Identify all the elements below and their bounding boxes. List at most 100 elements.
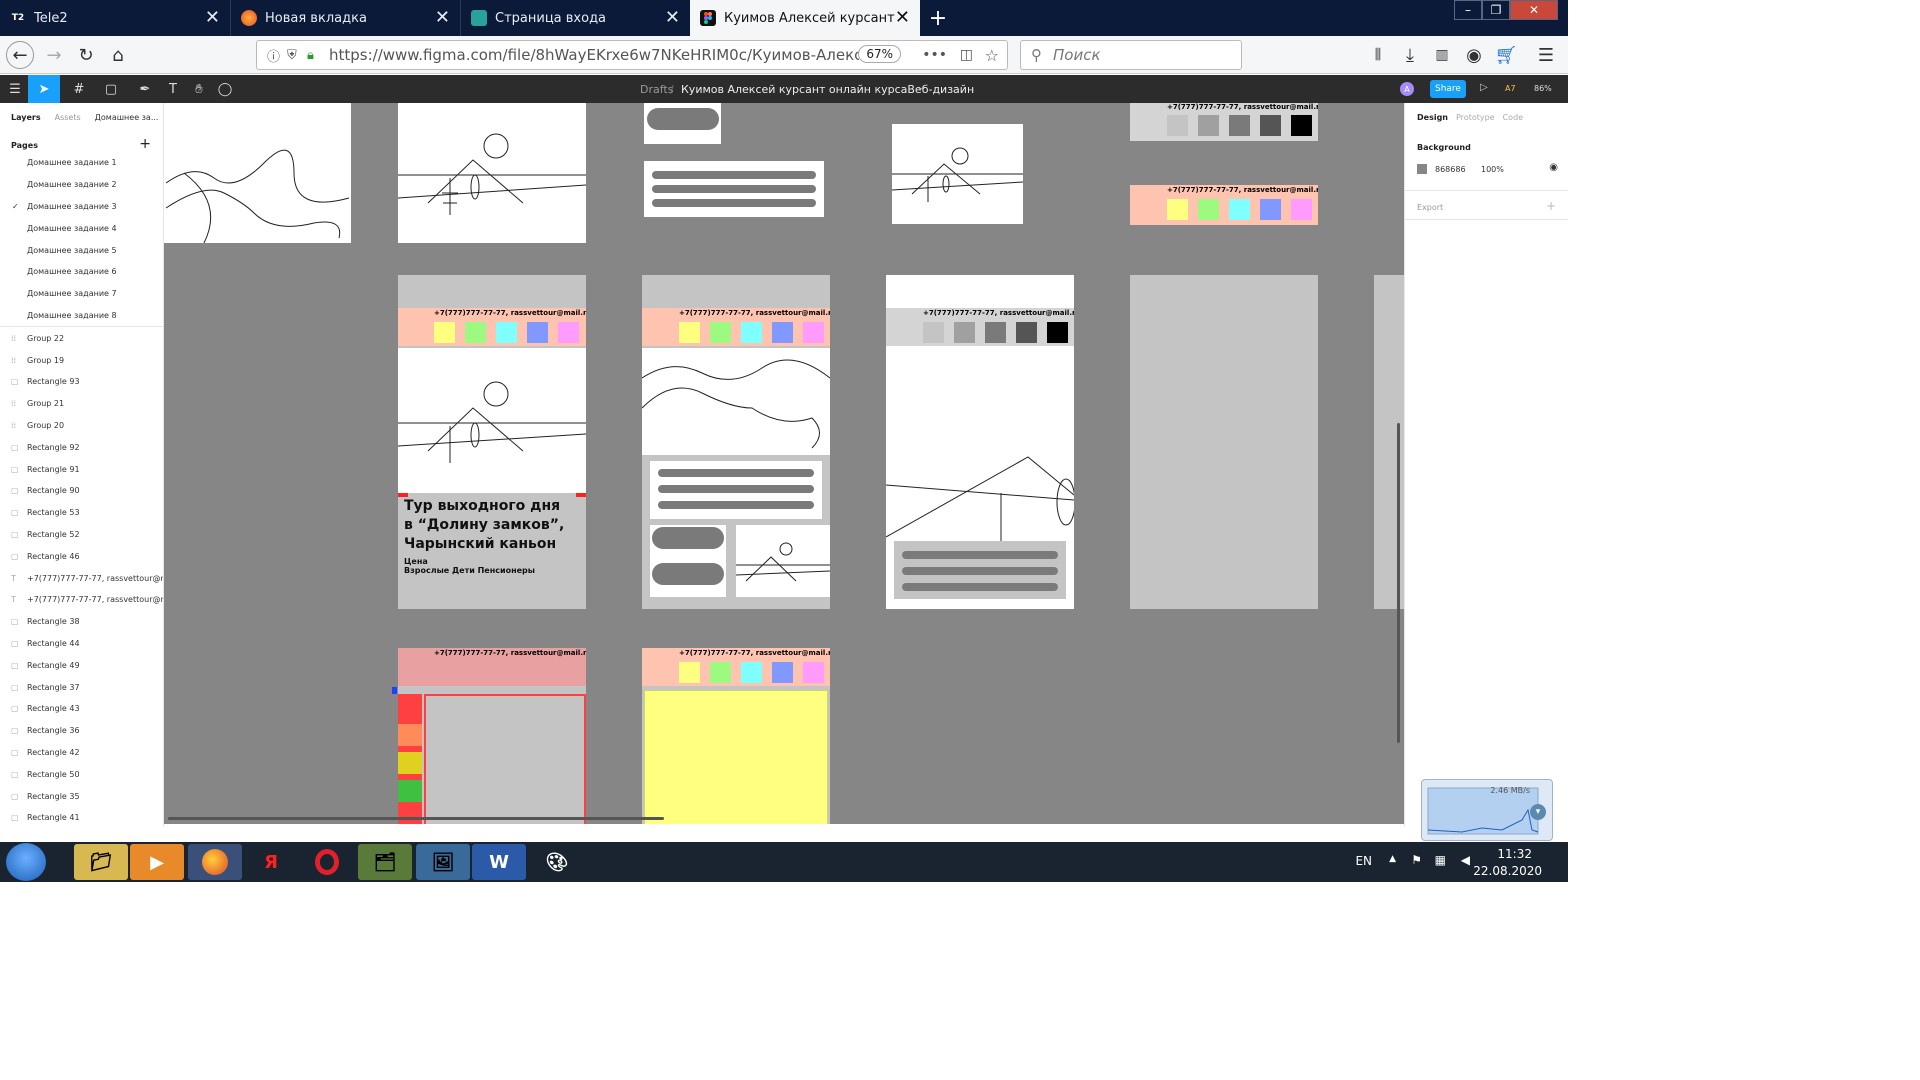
page-item[interactable]: Домашнее задание 7 (0, 283, 163, 305)
back-button[interactable]: ← (6, 41, 34, 69)
more-icon[interactable]: ••• (922, 47, 947, 63)
clock-date[interactable]: 22.08.2020 (1473, 864, 1542, 878)
frame-text-block-1[interactable] (644, 161, 824, 217)
tab-tele2[interactable]: T2 Tele2 ✕ (0, 0, 230, 36)
language-indicator[interactable]: EN (1355, 854, 1372, 868)
frame-tool-icon[interactable]: # (64, 75, 94, 103)
frame-mountain-2[interactable] (892, 124, 1023, 224)
tab-new-tab[interactable]: Новая вкладка ✕ (230, 0, 460, 36)
tab-login-page[interactable]: Страница входа ✕ (460, 0, 690, 36)
tab-page-select[interactable]: Домашнее за... (95, 113, 159, 122)
frame-grey-page[interactable]: +7(777)777-77-77, rassvettour@mail.ru (886, 275, 1074, 609)
layer-item[interactable]: ⁞⁞ Group 20 (0, 415, 163, 437)
share-button[interactable]: Share (1430, 80, 1466, 98)
layer-item[interactable]: ⁞⁞ Group 19 (0, 349, 163, 371)
tab-prototype[interactable]: Prototype (1456, 113, 1495, 122)
account-icon[interactable]: ◉ (1460, 41, 1488, 69)
breadcrumb-drafts[interactable]: Drafts (640, 83, 673, 96)
url-text[interactable]: https://www.figma.com/file/8hWayEKrxe6w7… (329, 46, 859, 64)
figma-canvas[interactable]: +7(777)777-77-77, rassvettour@mail.ru +7… (164, 103, 1404, 824)
sidebar-icon[interactable]: ▥ (1428, 41, 1456, 69)
horizontal-scrollbar[interactable] (168, 817, 664, 820)
tab-layers[interactable]: Layers (11, 113, 41, 122)
layer-item[interactable]: ▢ Rectangle 52 (0, 524, 163, 546)
home-button[interactable]: ⌂ (104, 41, 132, 69)
add-page-icon[interactable]: + (139, 136, 151, 152)
reload-button[interactable]: ↻ (72, 41, 100, 69)
lock-icon[interactable]: 🔒︎ (307, 48, 314, 63)
page-item[interactable]: Домашнее задание 6 (0, 261, 163, 283)
menu-icon[interactable]: ☰ (1532, 41, 1560, 69)
frame-empty-1[interactable] (1130, 275, 1318, 609)
layer-item[interactable]: ▢ Rectangle 93 (0, 371, 163, 393)
forward-button[interactable]: → (40, 41, 68, 69)
layer-item[interactable]: ▢ Rectangle 92 (0, 436, 163, 458)
tab-figma[interactable]: Куимов Алексей курсант онлайн ✕ (690, 0, 920, 36)
figma-menu-icon[interactable]: ☰ (0, 75, 30, 103)
photo-viewer-icon[interactable]: 🖼︎ (416, 844, 470, 880)
selection-handle[interactable] (392, 687, 397, 694)
frame-menu-page[interactable]: +7(777)777-77-77, rassvettour@mail.ru (398, 648, 586, 824)
bookmark-star-icon[interactable]: ☆ (985, 46, 999, 65)
frame-mountain-1[interactable] (398, 103, 586, 243)
frame-tour-page[interactable]: +7(777)777-77-77, rassvettour@mail.ru Ту… (398, 275, 586, 609)
tab-code[interactable]: Code (1503, 113, 1523, 122)
address-bar[interactable]: ⓘ ⛨ 🔒︎ https://www.figma.com/file/8hWayE… (256, 40, 1008, 70)
maximize-button[interactable]: ❐ (1482, 0, 1510, 20)
layer-item[interactable]: ▢ Rectangle 43 (0, 698, 163, 720)
layer-item[interactable]: T +7(777)777-77-77, rassvettour@m... (0, 567, 163, 589)
present-icon[interactable]: ▷ (1480, 82, 1488, 93)
layer-item[interactable]: ▢ Rectangle 41 (0, 807, 163, 827)
start-button[interactable] (6, 843, 46, 881)
page-item[interactable]: Домашнее задание 5 (0, 239, 163, 261)
add-export-icon[interactable]: + (1546, 199, 1556, 213)
layer-item[interactable]: ▢ Rectangle 50 (0, 763, 163, 785)
layer-item[interactable]: ▢ Rectangle 36 (0, 720, 163, 742)
shield-icon[interactable]: ⛨ (287, 48, 297, 63)
network-icon[interactable]: ▦ (1435, 853, 1446, 867)
media-player-icon[interactable]: ▶ (130, 844, 184, 880)
info-icon[interactable]: ⓘ (267, 46, 280, 65)
library-icon[interactable]: ⫼ (1364, 41, 1392, 69)
comment-tool-icon[interactable]: ◯ (210, 75, 240, 103)
new-tab-button[interactable]: + (920, 0, 956, 36)
rectangle-tool-icon[interactable]: ▢ (96, 75, 126, 103)
tray-expand-icon[interactable]: ▲ (1389, 854, 1396, 864)
export-row[interactable]: Export + (1405, 191, 1568, 219)
frame-header-bright[interactable]: +7(777)777-77-77, rassvettour@mail.ru (1130, 185, 1318, 225)
layer-item[interactable]: ⁞⁞ Group 22 (0, 327, 163, 349)
file-explorer-icon[interactable]: 📁︎ (74, 844, 128, 880)
chevron-down-icon[interactable]: ⌄ (917, 83, 924, 92)
clock-time[interactable]: 11:32 (1497, 847, 1532, 861)
page-item[interactable]: Домашнее задание 8 (0, 305, 163, 327)
search-input[interactable]: ⚲ Поиск (1020, 40, 1242, 70)
layer-item[interactable]: ▢ Rectangle 44 (0, 633, 163, 655)
close-icon[interactable]: ✕ (205, 9, 220, 27)
layer-item[interactable]: ▢ Rectangle 46 (0, 545, 163, 567)
file-name[interactable]: Куимов Алексей курсант онлайн курсаВеб-д… (681, 83, 974, 96)
close-icon[interactable]: ▾ (1530, 804, 1546, 820)
firefox-icon[interactable] (188, 844, 242, 880)
pocket-icon[interactable]: ◫ (960, 47, 973, 63)
layer-item[interactable]: ▢ Rectangle 37 (0, 676, 163, 698)
page-item[interactable]: Домашнее задание 1 (0, 152, 163, 174)
background-fill-row[interactable]: 868686 100% ◉ (1405, 156, 1568, 182)
close-icon[interactable]: ✕ (895, 9, 910, 27)
eye-icon[interactable]: ◉ (1549, 162, 1558, 173)
frame-buttons-1[interactable] (644, 103, 721, 144)
layer-item[interactable]: T +7(777)777-77-77, rassvettour@m... (0, 589, 163, 611)
background-opacity[interactable]: 100% (1481, 165, 1504, 174)
layer-item[interactable]: ▢ Rectangle 53 (0, 502, 163, 524)
avatar[interactable]: A (1400, 82, 1414, 96)
yandex-browser-icon[interactable]: Я (244, 844, 298, 880)
network-monitor-widget[interactable]: 2.46 MB/s ▾ (1421, 779, 1553, 841)
layer-item[interactable]: ▢ Rectangle 90 (0, 480, 163, 502)
opera-icon[interactable] (300, 844, 354, 880)
page-item[interactable]: Домашнее задание 2 (0, 174, 163, 196)
layer-item[interactable]: ▢ Rectangle 35 (0, 785, 163, 807)
cart-icon[interactable]: 🛒︎ (1492, 41, 1520, 69)
frame-landscape-1[interactable] (164, 103, 351, 243)
zoom-dropdown[interactable]: 86% (1534, 84, 1552, 93)
frame-canyon-page[interactable]: +7(777)777-77-77, rassvettour@mail.ru (642, 275, 830, 609)
flag-icon[interactable]: ⚑ (1411, 853, 1422, 867)
